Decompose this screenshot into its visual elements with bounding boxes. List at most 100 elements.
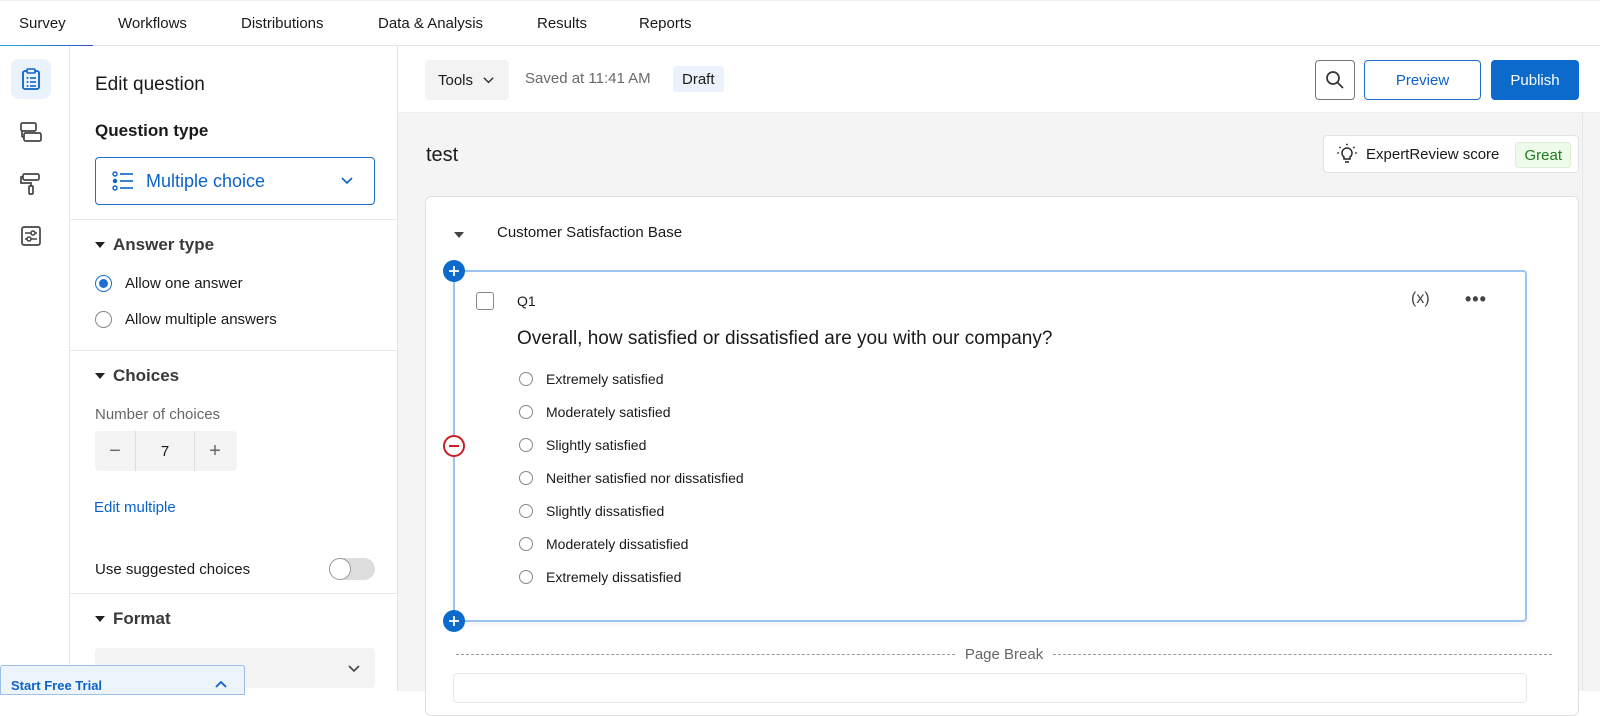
chevron-down-icon [348,665,360,673]
question-select-checkbox[interactable] [476,292,494,310]
choice-item[interactable]: Neither satisfied nor dissatisfied [519,470,744,486]
page-break-label: Page Break [964,645,1044,663]
tab-reports[interactable]: Reports [639,15,692,32]
left-rail [0,46,70,691]
page-break-line [1053,653,1553,655]
page-break[interactable]: Page Break [456,644,1553,664]
rail-item-survey[interactable] [11,59,51,99]
lightbulb-icon [1337,143,1357,163]
tools-label: Tools [438,71,474,89]
radio-selected-icon [95,275,112,292]
divider [70,593,397,594]
question-type-select[interactable]: Multiple choice [95,157,375,205]
answer-type-heading: Answer type [113,235,215,254]
list-icon [112,171,133,191]
editor-toolbar: Tools Saved at 11:41 AM Draft Preview Pu… [398,46,1600,113]
plus-icon [449,616,459,626]
choices-heading: Choices [113,366,180,385]
question-number[interactable]: Q1 [517,293,536,309]
radio-unselected-icon [95,311,112,328]
paint-roller-icon [20,173,40,195]
allow-one-answer-radio[interactable]: Allow one answer [95,275,243,292]
delete-question-button[interactable] [443,435,465,457]
piped-text-icon[interactable]: (x) [1411,290,1430,308]
choices-section-toggle[interactable]: Choices [95,366,179,386]
block-collapse-caret-icon[interactable] [454,232,464,238]
question-card[interactable]: Q1 (x) ••• Overall, how satisfied or dis… [453,270,1527,622]
tools-menu-button[interactable]: Tools [425,60,509,100]
choice-label: Neither satisfied nor dissatisfied [546,470,744,486]
radio-unselected-icon [519,570,533,584]
radio-unselected-icon [519,372,533,386]
choice-item[interactable]: Extremely dissatisfied [519,569,681,585]
add-question-below-button[interactable] [443,610,465,632]
tab-workflows[interactable]: Workflows [118,15,187,32]
rail-item-survey-options[interactable] [11,216,51,256]
survey-block: Customer Satisfaction Base Q1 (x) ••• Ov… [425,196,1579,716]
add-question-above-button[interactable] [443,260,465,282]
tab-survey[interactable]: Survey [0,15,93,48]
survey-editor-main: Tools Saved at 11:41 AM Draft Preview Pu… [398,46,1600,716]
chevron-up-icon [215,680,227,688]
page-break-line [456,653,955,655]
radio-unselected-icon [519,405,533,419]
use-suggested-choices-toggle[interactable] [329,558,375,580]
survey-title[interactable]: test [426,144,458,167]
expert-review-score-button[interactable]: ExpertReview score Great [1323,135,1579,173]
radio-unselected-icon [519,537,533,551]
expert-review-label: ExpertReview score [1366,145,1500,163]
answer-type-section-toggle[interactable]: Answer type [95,235,214,255]
publish-button[interactable]: Publish [1491,60,1579,100]
choice-item[interactable]: Slightly dissatisfied [519,503,664,519]
choice-label: Slightly satisfied [546,437,647,453]
question-text[interactable]: Overall, how satisfied or dissatisfied a… [517,328,1052,350]
divider [70,219,397,220]
chevron-down-icon [341,177,353,185]
radio-unselected-icon [519,438,533,452]
rail-item-survey-flow[interactable] [11,112,51,152]
top-navigation: Survey Workflows Distributions Data & An… [0,0,1600,48]
question-type-label: Question type [95,121,209,140]
radio-unselected-icon [519,471,533,485]
choice-item[interactable]: Moderately dissatisfied [519,536,688,552]
radio-label: Allow multiple answers [125,311,277,328]
next-question-card[interactable] [453,673,1527,703]
decrement-button[interactable]: − [95,431,135,471]
choice-item[interactable]: Moderately satisfied [519,404,671,420]
more-options-icon[interactable]: ••• [1465,289,1487,310]
divider [70,350,397,351]
chevron-down-icon [483,76,494,83]
search-button[interactable] [1315,60,1355,100]
caret-down-icon [95,373,105,379]
allow-multiple-answers-radio[interactable]: Allow multiple answers [95,311,277,328]
saved-status: Saved at 11:41 AM [525,70,651,87]
use-suggested-choices-label: Use suggested choices [95,560,251,578]
number-of-choices-label: Number of choices [95,406,221,423]
use-suggested-choices-row: Use suggested choices [95,558,375,580]
block-name[interactable]: Customer Satisfaction Base [497,224,682,241]
number-of-choices-input[interactable]: 7 [135,431,195,471]
choice-item[interactable]: Slightly satisfied [519,437,646,453]
choice-label: Slightly dissatisfied [546,503,665,519]
sliders-icon [21,226,41,246]
preview-button[interactable]: Preview [1364,60,1481,100]
format-section-toggle[interactable]: Format [95,609,171,629]
number-of-choices-stepper: − 7 + [95,431,237,471]
tab-distributions[interactable]: Distributions [241,15,324,32]
choice-label: Moderately dissatisfied [546,536,689,552]
tab-data-analysis[interactable]: Data & Analysis [378,15,483,32]
question-type-value: Multiple choice [146,170,266,191]
choice-item[interactable]: Extremely satisfied [519,371,663,387]
choice-label: Extremely satisfied [546,371,664,387]
choice-label: Moderately satisfied [546,404,671,420]
increment-button[interactable]: + [195,431,235,471]
scrollbar[interactable] [1582,113,1600,691]
expert-review-score-badge: Great [1515,142,1571,168]
tab-results[interactable]: Results [537,15,587,32]
edit-question-panel: Edit question Question type Multiple cho… [70,46,398,691]
clipboard-icon [22,68,40,90]
edit-multiple-link[interactable]: Edit multiple [94,499,176,516]
rail-item-look-and-feel[interactable] [11,164,51,204]
minus-icon [449,445,459,447]
panel-title: Edit question [95,74,205,95]
